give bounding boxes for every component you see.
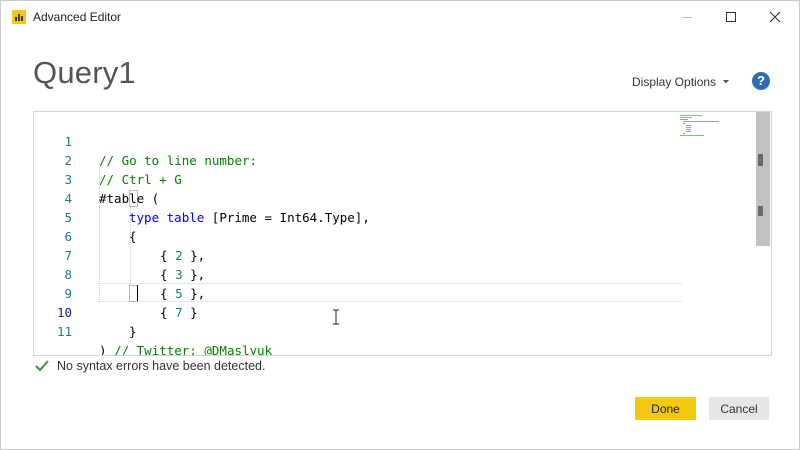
title-bar: Advanced Editor (1, 1, 799, 33)
code-line: 5 { (34, 189, 754, 244)
code-line: 2 // Ctrl + G (34, 132, 754, 187)
power-bi-icon (12, 10, 26, 24)
display-options-dropdown[interactable]: Display Options (632, 75, 730, 89)
code-minimap[interactable] (680, 114, 752, 142)
done-button[interactable]: Done (635, 397, 696, 420)
code-editor[interactable]: 1 // Go to line number: 2 // Ctrl + G 3 … (33, 111, 772, 356)
code-line: 1 // Go to line number: (34, 113, 754, 168)
ibeam-cursor-icon (333, 309, 339, 325)
code-line: 9 { 7 } (34, 265, 754, 320)
code-line: 3 #table ( (34, 151, 754, 206)
checkmark-icon (35, 360, 49, 372)
code-line-active: 10 } (34, 284, 754, 339)
code-line: 7 { 3 }, (34, 227, 754, 282)
minimize-icon (682, 17, 692, 18)
code-line: 4 type table [Prime = Int64.Type], (34, 170, 754, 225)
scrollbar-marker (758, 206, 763, 216)
line-number: 11 (56, 324, 72, 339)
close-icon (769, 11, 781, 23)
code-line: 8 { 5 }, (34, 246, 754, 301)
syntax-status: No syntax errors have been detected. (35, 359, 265, 373)
code-line: 11 ) // Twitter: @DMaslyuk (34, 303, 754, 355)
chevron-down-icon (723, 80, 730, 84)
advanced-editor-window: Advanced Editor Query1 Display Options ?… (0, 0, 800, 450)
scrollbar-marker (758, 154, 763, 166)
query-title: Query1 (33, 55, 136, 90)
display-options-label: Display Options (632, 75, 717, 89)
code-comment: // Twitter: @DMaslyuk (114, 343, 273, 356)
minimize-button[interactable] (665, 1, 709, 33)
window-title: Advanced Editor (33, 10, 122, 24)
text-caret (137, 285, 138, 301)
code-text: } (129, 324, 137, 339)
status-text: No syntax errors have been detected. (57, 359, 266, 373)
cancel-button[interactable]: Cancel (709, 397, 769, 420)
scrollbar-thumb[interactable] (756, 112, 770, 246)
maximize-icon (726, 12, 736, 22)
code-line: 6 { 2 }, (34, 208, 754, 263)
close-button[interactable] (753, 1, 797, 33)
maximize-button[interactable] (709, 1, 753, 33)
vertical-scrollbar[interactable] (756, 112, 770, 354)
code-text: ) (99, 343, 115, 356)
help-icon[interactable]: ? (752, 72, 770, 90)
